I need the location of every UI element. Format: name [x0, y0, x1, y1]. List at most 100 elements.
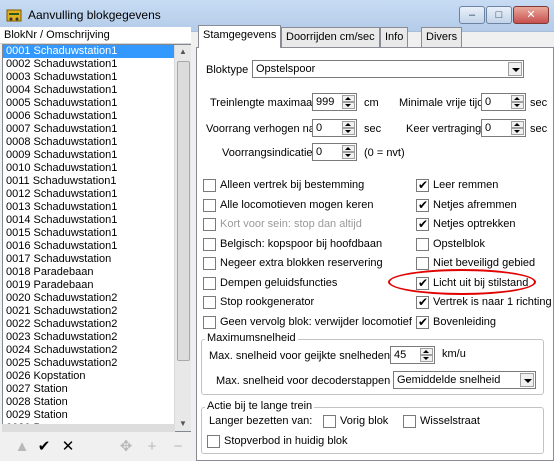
list-item[interactable]: 0028 Station: [3, 396, 190, 409]
add-button[interactable]: +: [144, 439, 160, 455]
list-item[interactable]: 0005 Schaduwstation1: [3, 97, 190, 110]
maximize-button[interactable]: □: [486, 6, 512, 24]
list-item[interactable]: 0022 Schaduwstation2: [3, 318, 190, 331]
list-item[interactable]: 0003 Schaduwstation1: [3, 71, 190, 84]
checkbox-box[interactable]: [203, 276, 216, 290]
spin-up-icon[interactable]: [511, 121, 524, 128]
scroll-up-icon[interactable]: ▲: [179, 47, 187, 56]
spin-up-icon[interactable]: [342, 95, 355, 102]
indicatie-spinner[interactable]: 0: [312, 143, 357, 161]
tab-stamgegevens[interactable]: Stamgegevens: [198, 25, 282, 48]
scroll-thumb[interactable]: [177, 61, 190, 361]
checkbox-box[interactable]: [203, 237, 216, 251]
checkbox-label: Negeer extra blokken reservering: [220, 257, 383, 269]
checkbox-box[interactable]: [403, 415, 416, 428]
list-item[interactable]: 0008 Schaduwstation1: [3, 136, 190, 149]
checkbox-box[interactable]: [416, 198, 429, 212]
indicatie-label: Voorrangsindicatie: [222, 147, 313, 159]
list-item[interactable]: 0017 Schaduwstation: [3, 253, 190, 266]
confirm-button[interactable]: ✔: [36, 439, 52, 455]
checkbox-box[interactable]: [416, 257, 429, 270]
spin-up-icon[interactable]: [342, 145, 355, 152]
list-horizontal-scrollbar[interactable]: [2, 424, 175, 432]
treinlengte-spinner[interactable]: 999: [312, 93, 357, 111]
checkbox-box[interactable]: [203, 179, 216, 192]
list-item[interactable]: 0029 Station: [3, 409, 190, 422]
scroll-down-icon[interactable]: ▼: [179, 419, 187, 428]
list-item[interactable]: 0012 Schaduwstation1: [3, 188, 190, 201]
checkbox-box[interactable]: [416, 315, 429, 329]
indicatie-note: (0 = nvt): [364, 147, 405, 159]
spin-up-icon[interactable]: [342, 121, 355, 128]
list-item[interactable]: 0019 Paradebaan: [3, 279, 190, 292]
checkbox-box[interactable]: [207, 435, 220, 448]
chevron-down-icon[interactable]: [508, 62, 522, 76]
cancel-button[interactable]: ✕: [60, 439, 76, 455]
vertraging-spinner[interactable]: 0: [481, 119, 526, 137]
bloktype-select[interactable]: Opstelspoor: [252, 60, 524, 78]
tab-info[interactable]: Info: [380, 27, 409, 47]
checkbox-label: Niet beveiligd gebied: [433, 257, 536, 269]
list-item[interactable]: 0018 Paradebaan: [3, 266, 190, 279]
treinlengte-label: Treinlengte maximaal: [210, 97, 315, 109]
list-item[interactable]: 0025 Schaduwstation2: [3, 357, 190, 370]
list-item[interactable]: 0011 Schaduwstation1: [3, 175, 190, 188]
langer-label: Langer bezetten van:: [209, 415, 313, 427]
list-item[interactable]: 0007 Schaduwstation1: [3, 123, 190, 136]
list-item[interactable]: 0014 Schaduwstation1: [3, 214, 190, 227]
list-column-header[interactable]: BlokNr / Omschrijving: [0, 27, 191, 44]
list-item[interactable]: 0024 Schaduwstation2: [3, 344, 190, 357]
spin-down-icon[interactable]: [420, 355, 433, 362]
vrije-tijd-spinner[interactable]: 0: [481, 93, 526, 111]
move-button[interactable]: ✥: [118, 439, 134, 455]
checkbox-label: Dempen geluidsfuncties: [220, 276, 338, 289]
checkbox-box[interactable]: [416, 178, 429, 192]
list-item[interactable]: 0001 Schaduwstation1: [3, 45, 190, 58]
list-item[interactable]: 0013 Schaduwstation1: [3, 201, 190, 214]
checkbox-box[interactable]: [203, 218, 216, 231]
list-item[interactable]: 0006 Schaduwstation1: [3, 110, 190, 123]
spin-down-icon[interactable]: [342, 128, 355, 135]
tab-divers[interactable]: Divers: [421, 27, 463, 47]
chevron-down-icon[interactable]: [520, 373, 534, 387]
block-list[interactable]: 0001 Schaduwstation1 0002 Schaduwstation1…: [2, 44, 191, 432]
spin-down-icon[interactable]: [511, 128, 524, 135]
remove-button[interactable]: −: [170, 439, 186, 455]
close-button[interactable]: ✕: [513, 6, 549, 24]
decoder-select[interactable]: Gemiddelde snelheid: [393, 371, 536, 389]
list-item[interactable]: 0021 Schaduwstation2: [3, 305, 190, 318]
list-item[interactable]: 0009 Schaduwstation1: [3, 149, 190, 162]
checkbox-box[interactable]: [203, 257, 216, 270]
checkbox-box[interactable]: [323, 415, 336, 428]
list-item[interactable]: 0015 Schaduwstation1: [3, 227, 190, 240]
checkbox-label: Netjes afremmen: [433, 198, 517, 211]
voorrang-spinner[interactable]: 0: [312, 119, 357, 137]
vrije-tijd-value: 0: [485, 96, 492, 108]
list-item[interactable]: 0027 Station: [3, 383, 190, 396]
vrije-tijd-unit: sec: [530, 97, 548, 109]
spin-up-icon[interactable]: [511, 95, 524, 102]
list-item[interactable]: 0002 Schaduwstation1: [3, 58, 190, 71]
tab-doorrijden[interactable]: Doorrijden cm/sec: [281, 27, 380, 47]
long-train-title: Actie bij te lange trein: [205, 400, 315, 412]
checkbox-box[interactable]: [416, 217, 429, 231]
spin-down-icon[interactable]: [511, 102, 524, 109]
checkbox-box[interactable]: [203, 315, 216, 329]
checkbox-box[interactable]: [203, 198, 216, 212]
list-item[interactable]: 0016 Schaduwstation1: [3, 240, 190, 253]
list-item[interactable]: 0020 Schaduwstation2: [3, 292, 190, 305]
list-item[interactable]: 0023 Schaduwstation2: [3, 331, 190, 344]
spin-down-icon[interactable]: [342, 152, 355, 159]
spin-up-icon[interactable]: [420, 348, 433, 355]
minimize-button[interactable]: ‒: [459, 6, 485, 24]
spin-down-icon[interactable]: [342, 102, 355, 109]
list-item[interactable]: 0026 Kopstation: [3, 370, 190, 383]
first-record-button[interactable]: ▲: [14, 439, 30, 455]
checkbox-box[interactable]: [416, 295, 429, 309]
checkbox-box[interactable]: [203, 296, 216, 309]
list-item[interactable]: 0010 Schaduwstation1: [3, 162, 190, 175]
checkbox-box[interactable]: [416, 237, 429, 251]
list-vertical-scrollbar[interactable]: ▲ ▼: [174, 45, 191, 431]
geijkte-spinner[interactable]: 45: [390, 346, 435, 364]
list-item[interactable]: 0004 Schaduwstation1: [3, 84, 190, 97]
